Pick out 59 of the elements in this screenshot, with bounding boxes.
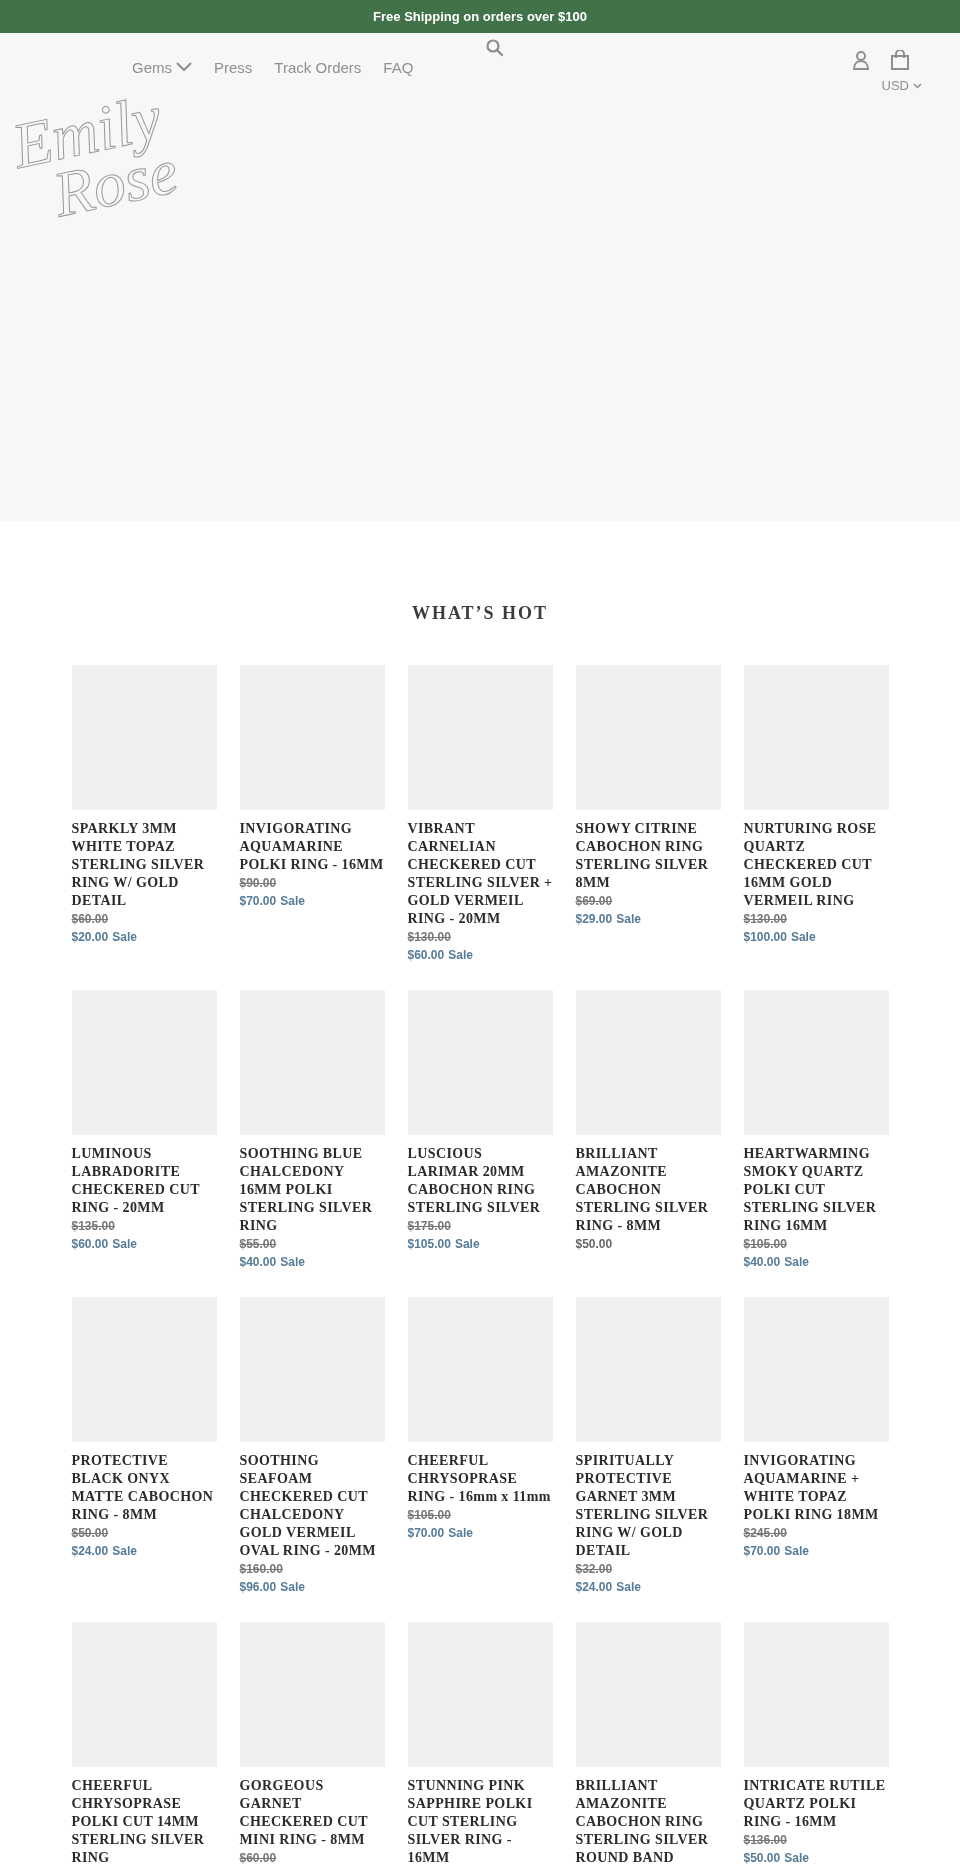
original-price: $245.00 — [743, 1525, 788, 1542]
product-title[interactable]: SPIRITUALLY PROTECTIVE GARNET 3MM STERLING SILVER RING W/ GOLD DETAIL — [575, 1452, 721, 1560]
product-price: $60.00 Sale — [407, 947, 474, 964]
product-price: $96.00 Sale — [239, 1579, 306, 1596]
announcement-text: Free Shipping on orders over $100 — [373, 9, 587, 24]
original-price: $135.00 — [71, 1218, 116, 1235]
original-price: $130.00 — [407, 929, 452, 946]
product-title[interactable]: LUMINOUS LABRADORITE CHECKERED CUT RING - 20MM — [71, 1145, 217, 1217]
product-title[interactable]: SHOWY CITRINE CABOCHON RING STERLING SILVER 8MM — [575, 820, 721, 892]
product-title[interactable]: INVIGORATING AQUAMARINE + WHITE TOPAZ POLKI RING 18MM — [743, 1452, 889, 1524]
product-title[interactable]: SOOTHING SEAFOAM CHECKERED CUT CHALCEDONY GOLD VERMEIL OVAL RING - 20MM — [239, 1452, 385, 1560]
product-title[interactable]: BRILLIANT AMAZONITE CABOCHON RING STERLING SILVER ROUND BAND — [575, 1777, 721, 1867]
original-price: $136.00 — [743, 1832, 788, 1849]
original-price: $105.00 — [407, 1507, 452, 1524]
product-price: $60.00 Sale — [71, 1236, 138, 1253]
product-price: $50.00 — [575, 1236, 614, 1253]
product-title[interactable]: PROTECTIVE BLACK ONYX MATTE CABOCHON RING - 8MM — [71, 1452, 217, 1524]
product-title[interactable]: NURTURING ROSE QUARTZ CHECKERED CUT 16MM GOLD VERMEIL RING — [743, 820, 889, 910]
product-price: $40.00 Sale — [239, 1254, 306, 1271]
original-price: $60.00 — [71, 911, 110, 928]
original-price: $90.00 — [239, 875, 278, 892]
product-title[interactable]: STUNNING PINK SAPPHIRE POLKI CUT STERLING SILVER RING - 16MM — [407, 1777, 553, 1867]
product-price: $40.00 Sale — [743, 1254, 810, 1271]
shopping-bag-icon[interactable] — [890, 50, 910, 70]
product-title[interactable]: CHEERFUL CHRYSOPRASE POLKI CUT 14MM STERLING SILVER RING — [71, 1777, 217, 1867]
product-price: $70.00 Sale — [239, 893, 306, 910]
product-title[interactable]: LUSCIOUS LARIMAR 20MM CABOCHON RING STERLING SILVER — [407, 1145, 553, 1217]
product-title[interactable]: INTRICATE RUTILE QUARTZ POLKI RING - 16MM — [743, 1777, 889, 1831]
product-price: $70.00 Sale — [407, 1525, 474, 1542]
product-price: $50.00 Sale — [743, 1850, 810, 1867]
section-title: WHAT’S HOT — [410, 602, 550, 625]
product-title[interactable]: SPARKLY 3MM WHITE TOPAZ STERLING SILVER RING W/ GOLD DETAIL — [71, 820, 217, 910]
product-title[interactable]: GORGEOUS GARNET CHECKERED CUT MINI RING - 8MM — [239, 1777, 385, 1849]
search-icon[interactable] — [485, 38, 505, 58]
account-icon[interactable] — [852, 50, 870, 70]
product-price: $105.00 Sale — [407, 1236, 481, 1253]
product-price: $20.00 Sale — [71, 929, 138, 946]
original-price: $130.00 — [743, 911, 788, 928]
original-price: $160.00 — [239, 1561, 284, 1578]
product-price: $70.00 Sale — [743, 1543, 810, 1560]
original-price: $55.00 — [239, 1236, 278, 1253]
product-title[interactable]: CHEERFUL CHRYSOPRASE RING - 16mm x 11mm — [407, 1452, 553, 1506]
product-title[interactable]: INVIGORATING AQUAMARINE POLKI RING - 16MM — [239, 820, 385, 874]
caret-icon — [176, 62, 192, 72]
product-price: $100.00 Sale — [743, 929, 817, 946]
product-title[interactable]: BRILLIANT AMAZONITE CABOCHON STERLING SILVER RING - 8MM — [575, 1145, 721, 1235]
original-price: $32.00 — [575, 1561, 614, 1578]
original-price: $175.00 — [407, 1218, 452, 1235]
original-price: $69.00 — [575, 893, 614, 910]
product-price: $24.00 Sale — [575, 1579, 642, 1596]
product-price: $29.00 Sale — [575, 911, 642, 928]
product-price: $24.00 Sale — [71, 1543, 138, 1560]
original-price: $50.00 — [71, 1525, 110, 1542]
caret-icon — [913, 82, 922, 89]
original-price: $105.00 — [743, 1236, 788, 1253]
original-price: $60.00 — [239, 1850, 278, 1867]
product-title[interactable]: SOOTHING BLUE CHALCEDONY 16MM POLKI STERLING SILVER RING — [239, 1145, 385, 1235]
product-title[interactable]: HEARTWARMING SMOKY QUARTZ POLKI CUT STERLING SILVER RING 16MM — [743, 1145, 889, 1235]
product-title[interactable]: VIBRANT CARNELIAN CHECKERED CUT STERLING SILVER + GOLD VERMEIL RING - 20MM — [407, 820, 553, 928]
